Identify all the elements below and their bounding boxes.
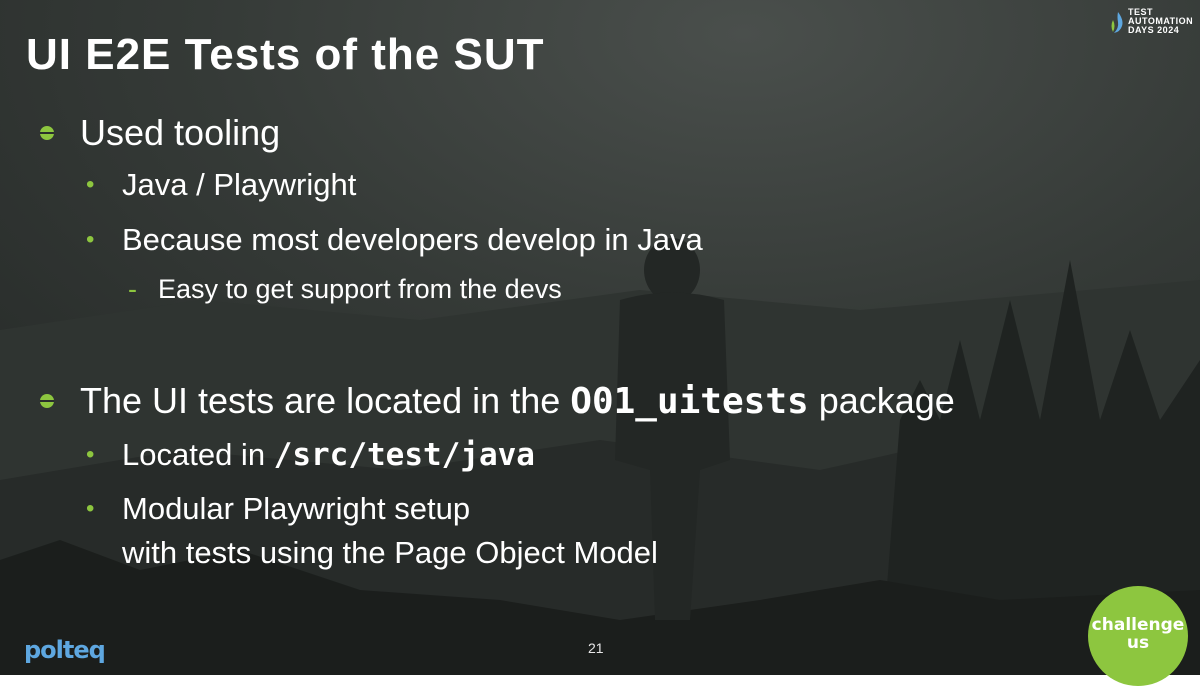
subbullet-line1: Modular Playwright setup	[122, 491, 471, 526]
path-code: /src/test/java	[273, 437, 535, 473]
slide-title: UI E2E Tests of the SUT	[26, 30, 545, 79]
tad-mark-icon	[1111, 12, 1123, 33]
bullet-dot-icon	[40, 394, 54, 408]
bullet-dot-icon: •	[86, 495, 95, 522]
tad-line3: DAYS 2024	[1128, 25, 1180, 35]
challenge-line2: us	[1126, 633, 1150, 653]
challenge-us-badge: challenge us	[1088, 586, 1188, 686]
bullet-dot-icon: •	[86, 226, 95, 253]
challenge-line1: challenge	[1091, 615, 1185, 635]
test-automation-days-logo: TEST AUTOMATION DAYS 2024	[1110, 8, 1194, 38]
dash-icon: -	[128, 274, 137, 304]
bullet-text-post: package	[808, 380, 955, 421]
subbullet-text: Java / Playwright	[122, 167, 357, 202]
bullet-dot-icon	[40, 126, 54, 140]
subbullet-text-pre: Located in	[122, 437, 274, 472]
package-code: O01_uitests	[570, 381, 809, 422]
bullet-dot-icon: •	[86, 441, 95, 468]
bullet-dot-icon: •	[86, 171, 95, 198]
bullet-text-pre: The UI tests are located in the	[80, 380, 571, 421]
subbullet-text: Because most developers develop in Java	[122, 222, 703, 257]
subbullet-line2: with tests using the Page Object Model	[122, 535, 658, 570]
page-number: 21	[588, 640, 604, 656]
subsubbullet-text: Easy to get support from the devs	[158, 274, 562, 304]
bullet-text: Used tooling	[80, 112, 281, 153]
polteq-logo: polteq	[24, 636, 106, 664]
